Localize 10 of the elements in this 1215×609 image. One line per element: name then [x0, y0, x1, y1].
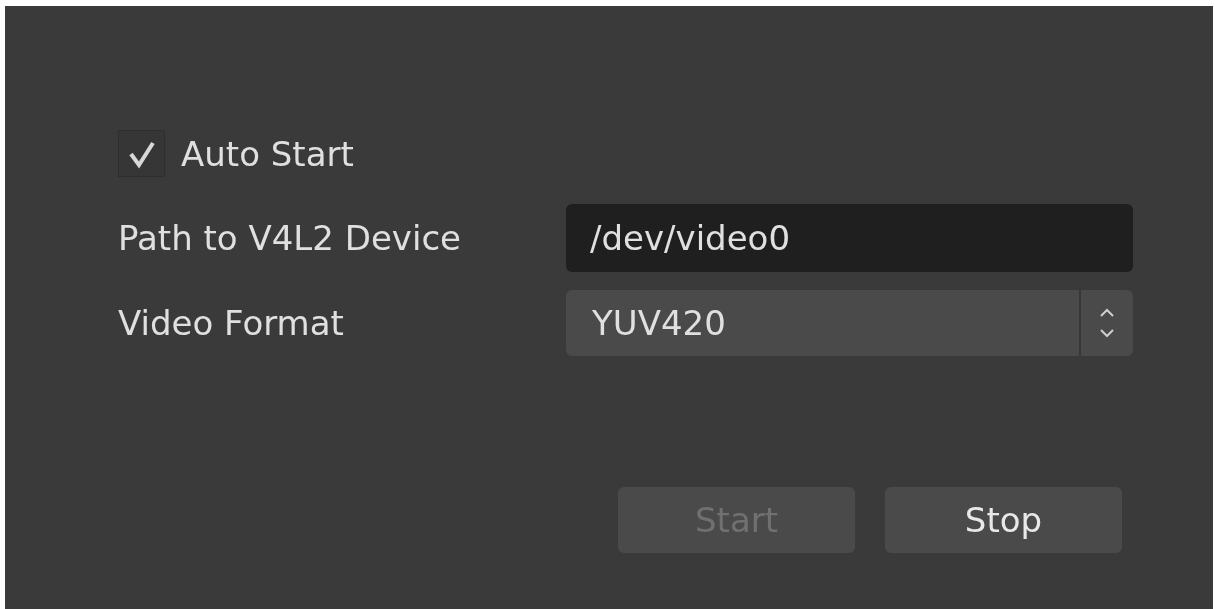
action-button[interactable]: Stop: [885, 487, 1122, 553]
dropdown-value: YUV420: [592, 301, 726, 345]
format-dropdown[interactable]: YUV420: [566, 290, 1133, 356]
device-path-field[interactable]: /dev/video0: [566, 204, 1133, 272]
auto-start-checkbox[interactable]: [118, 130, 165, 177]
up-down-chevron-icon: [1099, 306, 1115, 340]
field-label: Video Format: [118, 301, 345, 345]
auto-start-label: Auto Start: [181, 136, 354, 171]
field-value: /dev/video0: [590, 216, 791, 260]
field-label: Path to V4L2 Device: [118, 216, 462, 260]
